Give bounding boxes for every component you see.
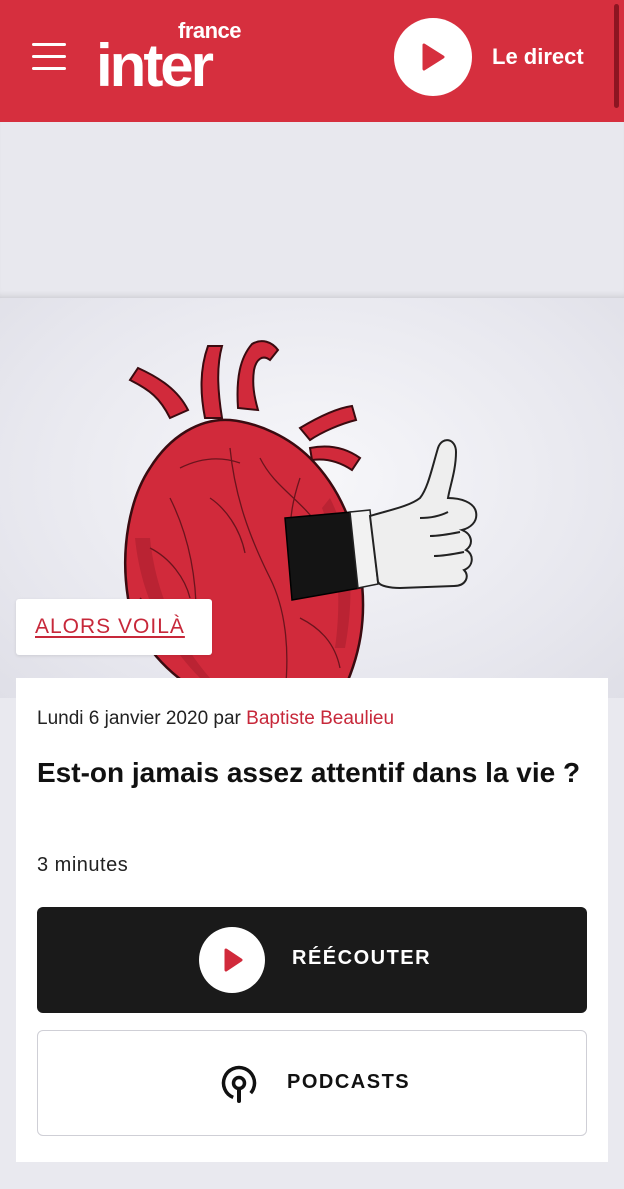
live-play-button[interactable]	[394, 18, 472, 96]
france-inter-logo[interactable]: france inter	[96, 16, 256, 96]
hamburger-menu-icon[interactable]	[32, 40, 68, 72]
author-link[interactable]: Baptiste Beaulieu	[246, 708, 394, 729]
episode-meta: Lundi 6 janvier 2020 par Baptiste Beauli…	[37, 708, 394, 730]
podcasts-label: PODCASTS	[287, 1071, 411, 1093]
ad-placeholder	[0, 122, 624, 298]
thumbs-up-hand	[368, 439, 478, 590]
live-label[interactable]: Le direct	[492, 44, 584, 70]
podcast-icon	[221, 1065, 257, 1103]
episode-date: Lundi 6 janvier 2020	[37, 708, 209, 729]
category-tag: ALORS VOILÀ	[16, 599, 212, 655]
play-circle	[199, 927, 265, 993]
episode-title: Est-on jamais assez attentif dans la vie…	[37, 757, 581, 788]
play-icon	[224, 948, 243, 972]
episode-duration: 3 minutes	[37, 854, 129, 876]
category-link[interactable]: ALORS VOILÀ	[35, 615, 185, 639]
top-header: france inter Le direct	[0, 0, 624, 122]
logo-inter-text: inter	[96, 32, 214, 99]
scrollbar[interactable]	[614, 4, 619, 108]
play-icon	[422, 43, 445, 71]
podcasts-button[interactable]: PODCASTS	[37, 1030, 587, 1136]
episode-card: Lundi 6 janvier 2020 par Baptiste Beauli…	[16, 678, 608, 1162]
by-label: par	[213, 708, 241, 729]
sleeve	[284, 511, 361, 601]
replay-button[interactable]: RÉÉCOUTER	[37, 907, 587, 1013]
replay-label: RÉÉCOUTER	[292, 947, 432, 969]
